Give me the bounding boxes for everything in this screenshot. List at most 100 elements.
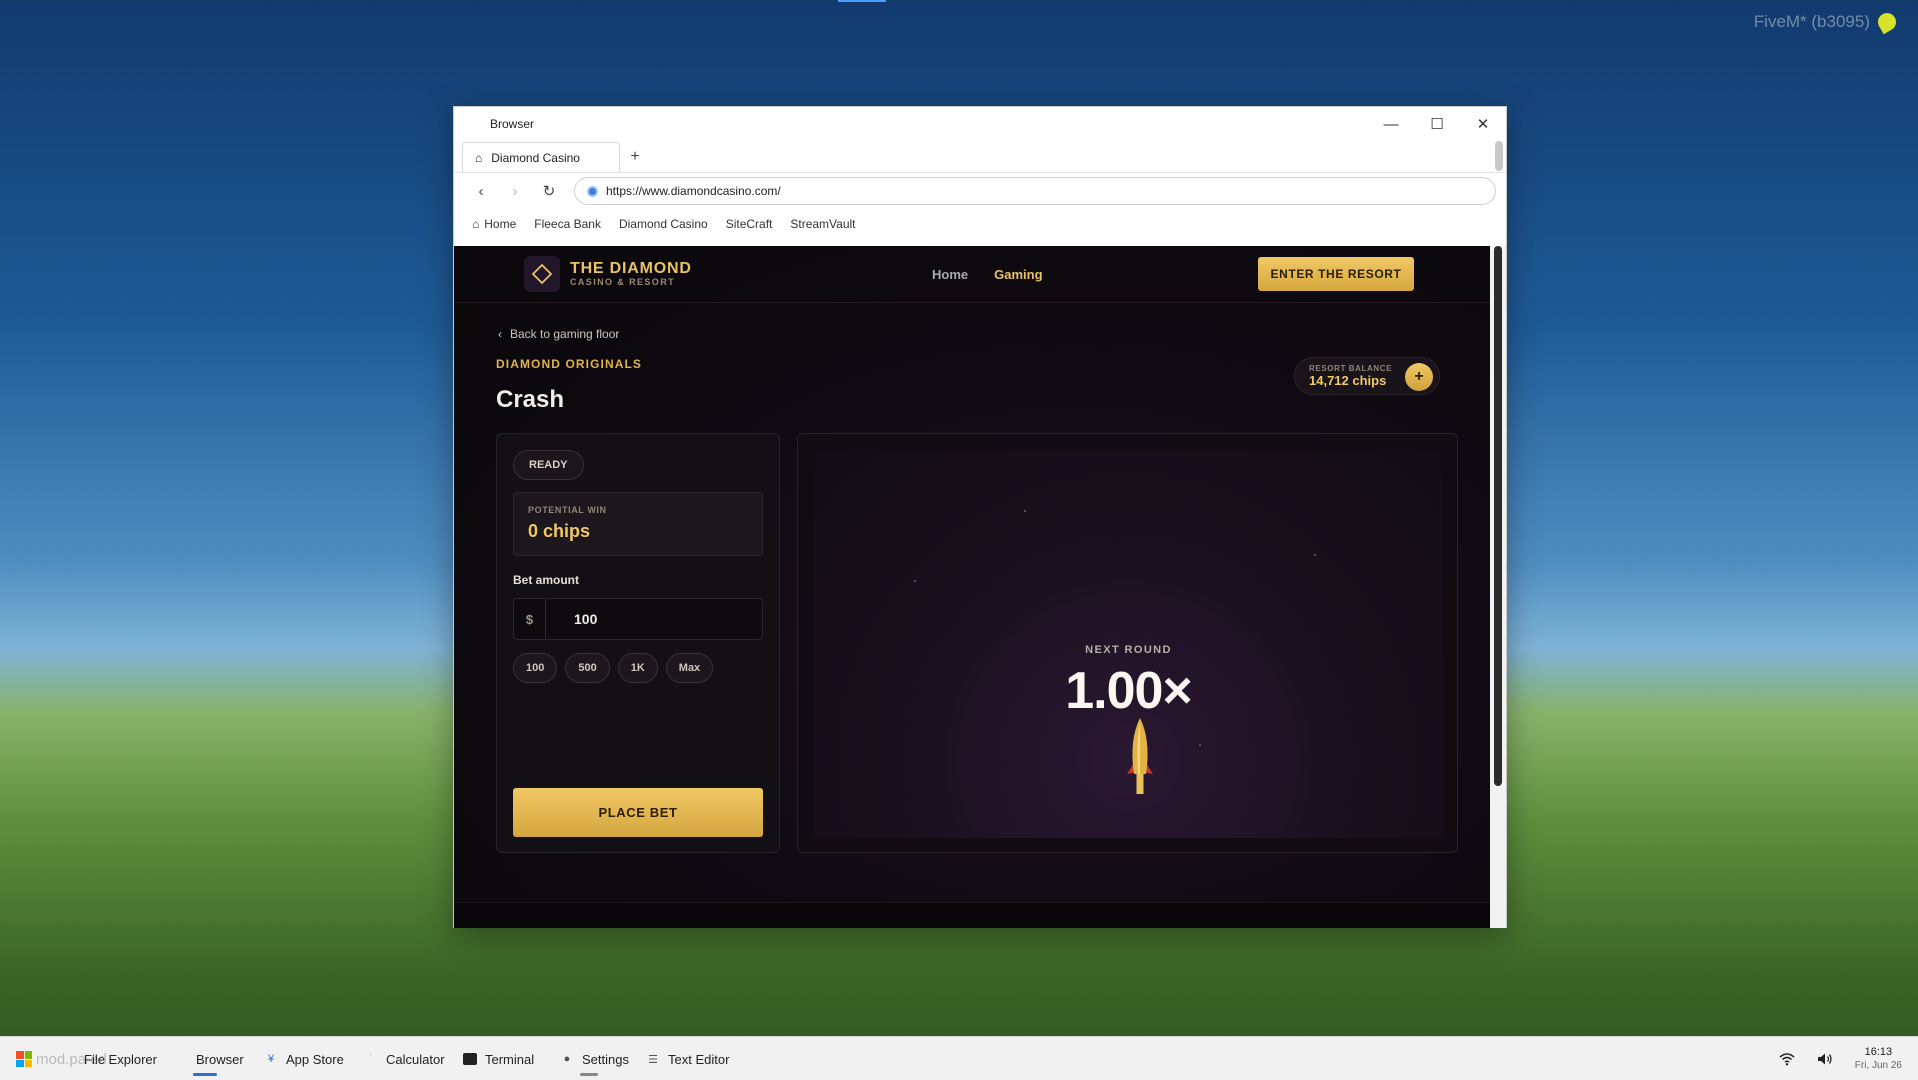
nav-bar: ‹ › ↻ https://www.diamondcasino.com/ (454, 173, 1506, 209)
tab-diamond-casino[interactable]: ⌂ Diamond Casino (462, 142, 620, 172)
new-tab-button[interactable]: + (620, 142, 650, 172)
potential-win-label: POTENTIAL WIN (528, 505, 607, 515)
diamond-icon (524, 256, 560, 292)
currency-prefix: $ (514, 599, 546, 639)
clock-time: 16:13 (1864, 1046, 1893, 1058)
app-store-icon: ¥ (267, 1053, 275, 1065)
system-tray: 16:13 Fri, Jun 26 (1779, 1037, 1902, 1080)
back-button[interactable]: ‹ (466, 177, 496, 205)
potential-win-value: 0 chips (528, 521, 591, 541)
multiplier-display: 1.00× (1065, 662, 1193, 720)
taskbar-label: Terminal (485, 1051, 535, 1067)
taskbar-terminal[interactable]: Terminal (463, 1037, 534, 1080)
rocket-icon (1127, 718, 1153, 794)
taskbar: mod.pa ed File Explorer Browser ¥ App St… (0, 1036, 1918, 1080)
url-text: https://www.diamondcasino.com/ (606, 184, 781, 198)
page-title: Crash (496, 386, 565, 413)
status-badge: READY (513, 450, 584, 480)
home-icon: ⌂ (475, 150, 483, 165)
back-to-gaming-floor-link[interactable]: ‹ Back to gaming floor (498, 327, 619, 341)
page-scrollbar[interactable] (1490, 246, 1506, 928)
quick-bet-500[interactable]: 500 (565, 653, 610, 683)
quick-bet-chips: 100 500 1K Max (513, 653, 714, 683)
fivem-icon (1874, 9, 1900, 35)
taskbar-calculator[interactable]: ˙ Calculator (364, 1037, 445, 1080)
close-button[interactable]: ✕ (1460, 107, 1506, 141)
clock-date: Fri, Jun 26 (1854, 1060, 1902, 1071)
calculator-icon: ˙ (369, 1053, 373, 1065)
home-icon: ⌂ (472, 217, 480, 231)
clock[interactable]: 16:13 Fri, Jun 26 (1855, 1045, 1902, 1073)
enter-resort-button[interactable]: ENTER THE RESORT (1258, 257, 1414, 291)
terminal-icon (463, 1053, 477, 1065)
taskbar-app-store[interactable]: ¥ App Store (264, 1037, 344, 1080)
volume-icon[interactable] (1817, 1052, 1833, 1066)
bet-amount-value[interactable]: 100 (546, 611, 597, 627)
fivem-overlay: FiveM* (b3095) (1753, 9, 1900, 35)
round-status-label: NEXT ROUND (1085, 644, 1172, 656)
back-link-label: Back to gaming floor (510, 327, 620, 341)
browser-window: Browser — ☐ ✕ ⌂ Diamond Casino + ‹ › ↻ h… (453, 106, 1507, 928)
tabstrip-scrollbar[interactable] (1495, 141, 1503, 171)
gear-icon: ● (563, 1053, 571, 1065)
site-nav: Home Gaming (932, 267, 1043, 282)
bookmark-fleeca-bank[interactable]: Fleeca Bank (534, 217, 601, 231)
start-menu-icon[interactable] (16, 1051, 32, 1067)
text-editor-icon: ☰ (648, 1053, 658, 1066)
chevron-left-icon: ‹ (498, 327, 502, 341)
running-app-indicator (580, 1073, 598, 1076)
star-decoration (1024, 510, 1026, 512)
balance-value: 14,712 chips (1309, 373, 1387, 388)
fivem-label: FiveM* (b3095) (1753, 12, 1870, 31)
resort-balance: RESORT BALANCE 14,712 chips + (1294, 357, 1440, 395)
taskbar-label: Browser (196, 1051, 244, 1067)
nav-home[interactable]: Home (932, 267, 968, 282)
active-app-indicator (193, 1073, 217, 1076)
window-title: Browser (490, 117, 535, 131)
place-bet-button[interactable]: PLACE BET (513, 788, 763, 837)
window-titlebar[interactable]: Browser — ☐ ✕ (454, 107, 1506, 141)
taskbar-file-explorer[interactable]: File Explorer (84, 1037, 157, 1080)
section-label: DIAMOND ORIGINALS (496, 357, 643, 371)
maximize-button[interactable]: ☐ (1414, 107, 1460, 141)
quick-bet-100[interactable]: 100 (513, 653, 558, 683)
address-bar[interactable]: https://www.diamondcasino.com/ (574, 177, 1496, 205)
top-indicator (838, 0, 886, 2)
bookmark-label: Home (484, 217, 517, 231)
reload-button[interactable]: ↻ (534, 177, 564, 205)
bet-panel: READY POTENTIAL WIN 0 chips Bet amount $… (496, 433, 780, 853)
bet-amount-input[interactable]: $ 100 (513, 598, 763, 640)
taskbar-label: Calculator (386, 1051, 445, 1067)
taskbar-text-editor[interactable]: ☰ Text Editor (646, 1037, 729, 1080)
bookmark-sitecraft[interactable]: SiteCraft (726, 217, 773, 231)
taskbar-label: Settings (582, 1051, 629, 1067)
bookmarks-bar: ⌂ Home Fleeca Bank Diamond Casino SiteCr… (454, 209, 1506, 239)
bookmark-diamond-casino[interactable]: Diamond Casino (619, 217, 708, 231)
scrollbar-thumb[interactable] (1494, 246, 1502, 786)
quick-bet-max[interactable]: Max (665, 653, 714, 683)
quick-bet-1k[interactable]: 1K (617, 653, 658, 683)
bookmark-home[interactable]: ⌂ Home (472, 217, 516, 231)
balance-label: RESORT BALANCE (1309, 364, 1393, 373)
tab-label: Diamond Casino (491, 150, 580, 165)
add-chips-button[interactable]: + (1405, 363, 1433, 391)
crash-game-panel: NEXT ROUND 1.00× (797, 433, 1458, 853)
nav-gaming[interactable]: Gaming (994, 267, 1042, 282)
star-decoration (1314, 554, 1316, 556)
site-info-icon[interactable] (587, 185, 598, 197)
site-logo[interactable]: THE DIAMOND CASINO & RESORT (524, 256, 692, 292)
page-content: THE DIAMOND CASINO & RESORT Home Gaming … (454, 246, 1492, 928)
star-decoration (1199, 744, 1201, 746)
wifi-icon[interactable] (1779, 1052, 1795, 1066)
taskbar-label: Text Editor (668, 1051, 730, 1067)
potential-win-card: POTENTIAL WIN 0 chips (513, 492, 763, 556)
logo-subtitle: CASINO & RESORT (570, 276, 676, 287)
site-header: THE DIAMOND CASINO & RESORT Home Gaming … (454, 246, 1492, 303)
bet-amount-label: Bet amount (513, 573, 579, 587)
bookmark-streamvault[interactable]: StreamVault (790, 217, 855, 231)
forward-button[interactable]: › (500, 177, 530, 205)
taskbar-label: App Store (286, 1051, 344, 1067)
minimize-button[interactable]: — (1368, 107, 1414, 141)
page-footer (454, 902, 1492, 928)
taskbar-label: File Explorer (84, 1051, 157, 1067)
